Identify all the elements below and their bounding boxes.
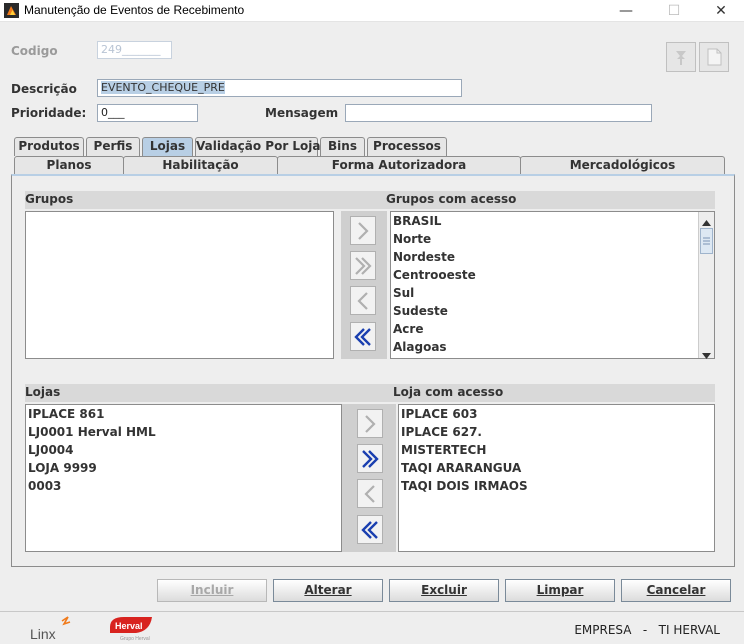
codigo-field[interactable]: 249_______ <box>97 41 172 59</box>
svg-text:Herval: Herval <box>115 621 143 631</box>
mensagem-field[interactable] <box>345 104 652 122</box>
incluir-button[interactable]: Incluir <box>157 579 267 602</box>
scroll-thumb[interactable] <box>700 228 713 254</box>
descricao-label: Descrição <box>11 82 77 96</box>
scroll-down-icon[interactable] <box>702 348 711 362</box>
list-item[interactable]: Norte <box>391 230 714 248</box>
chevron-right-icon <box>358 221 369 240</box>
pin-icon <box>676 51 686 65</box>
cancelar-button[interactable]: Cancelar <box>621 579 731 602</box>
descricao-field[interactable]: EVENTO_CHEQUE_PRE <box>97 79 462 97</box>
grupos-com-acesso-scrollbar[interactable] <box>698 212 714 359</box>
close-button[interactable]: ✕ <box>698 0 744 22</box>
double-chevron-left-icon <box>354 327 371 346</box>
tool-button-1[interactable] <box>666 42 696 72</box>
loja-com-acesso-header: Loja com acesso <box>393 385 504 399</box>
prioridade-label: Prioridade: <box>11 106 87 120</box>
tab-lojas[interactable]: Lojas <box>142 137 193 156</box>
linx-logo: Linx <box>28 615 78 642</box>
remove-all-grupos-button[interactable] <box>350 322 376 351</box>
list-item[interactable]: Alagoas <box>391 338 714 356</box>
grupos-list[interactable] <box>25 211 334 359</box>
window-title: Manutenção de Eventos de Recebimento <box>24 3 245 17</box>
excluir-button[interactable]: Excluir <box>389 579 499 602</box>
add-all-lojas-button[interactable] <box>357 444 383 473</box>
list-item[interactable]: LJ0001 Herval HML <box>26 423 341 441</box>
grupos-header: Grupos <box>25 192 74 206</box>
minimize-button[interactable]: — <box>603 0 649 22</box>
grupos-com-acesso-header: Grupos com acesso <box>386 192 517 206</box>
tab-forma-autorizadora[interactable]: Forma Autorizadora <box>277 156 521 175</box>
add-selected-loja-button[interactable] <box>357 409 383 438</box>
list-item[interactable]: MISTERTECH <box>399 441 714 459</box>
list-item[interactable]: 0003 <box>26 477 341 495</box>
list-item[interactable]: TAQI ARARANGUA <box>399 459 714 477</box>
mensagem-label: Mensagem <box>265 106 339 120</box>
list-item[interactable]: Sul <box>391 284 714 302</box>
limpar-button[interactable]: Limpar <box>505 579 615 602</box>
list-item[interactable]: Acre <box>391 320 714 338</box>
loja-com-acesso-list[interactable]: IPLACE 603 IPLACE 627. MISTERTECH TAQI A… <box>398 404 715 552</box>
document-icon <box>707 48 722 66</box>
tab-validacao-por-loja[interactable]: Validação Por Loja <box>195 137 321 156</box>
tab-bins[interactable]: Bins <box>320 137 365 156</box>
list-item[interactable]: TAQI DOIS IRMAOS <box>399 477 714 495</box>
alterar-button[interactable]: Alterar <box>273 579 383 602</box>
list-item[interactable]: LJ0004 <box>26 441 341 459</box>
codigo-label: Codigo <box>11 44 58 58</box>
remove-all-lojas-button[interactable] <box>357 515 383 544</box>
chevron-right-icon <box>365 414 376 433</box>
svg-text:Grupo Herval: Grupo Herval <box>120 636 150 641</box>
svg-text:Linx: Linx <box>30 626 56 641</box>
double-chevron-right-icon <box>355 256 372 275</box>
chevron-left-icon <box>364 484 375 503</box>
tab-planos[interactable]: Planos <box>14 156 124 175</box>
list-item[interactable]: IPLACE 603 <box>399 405 714 423</box>
add-all-grupos-button[interactable] <box>350 251 376 280</box>
lojas-list[interactable]: IPLACE 861 LJ0001 Herval HML LJ0004 LOJA… <box>25 404 342 552</box>
chevron-left-icon <box>357 291 368 310</box>
list-item[interactable]: Sudeste <box>391 302 714 320</box>
lojas-header: Lojas <box>25 385 61 399</box>
maximize-button[interactable]: ☐ <box>651 0 697 22</box>
scroll-up-icon[interactable] <box>702 215 711 229</box>
double-chevron-right-icon <box>362 449 379 468</box>
footer-separator <box>0 611 744 612</box>
add-selected-grupo-button[interactable] <box>350 216 376 245</box>
status-text: EMPRESA - TI HERVAL <box>574 623 720 637</box>
list-item[interactable]: BRASIL <box>391 212 714 230</box>
remove-selected-grupo-button[interactable] <box>350 286 376 315</box>
list-item[interactable]: IPLACE 627. <box>399 423 714 441</box>
list-item[interactable]: Nordeste <box>391 248 714 266</box>
tab-habilitacao[interactable]: Habilitação <box>123 156 278 175</box>
tab-mercadologicos[interactable]: Mercadológicos <box>520 156 725 175</box>
list-item[interactable]: LOJA 9999 <box>26 459 341 477</box>
descricao-value: EVENTO_CHEQUE_PRE <box>101 81 225 94</box>
tool-button-2[interactable] <box>699 42 729 72</box>
tab-perfis[interactable]: Perfis <box>86 137 140 156</box>
app-icon <box>4 3 19 18</box>
tab-processos[interactable]: Processos <box>367 137 447 156</box>
list-item[interactable]: IPLACE 861 <box>26 405 341 423</box>
prioridade-field[interactable]: 0___ <box>97 104 198 122</box>
remove-selected-loja-button[interactable] <box>357 479 383 508</box>
tab-produtos[interactable]: Produtos <box>14 137 84 156</box>
list-item[interactable]: Centrooeste <box>391 266 714 284</box>
herval-logo: Herval Grupo Herval <box>106 613 156 642</box>
double-chevron-left-icon <box>361 520 378 539</box>
grupos-com-acesso-list[interactable]: BRASIL Norte Nordeste Centrooeste Sul Su… <box>390 211 715 359</box>
